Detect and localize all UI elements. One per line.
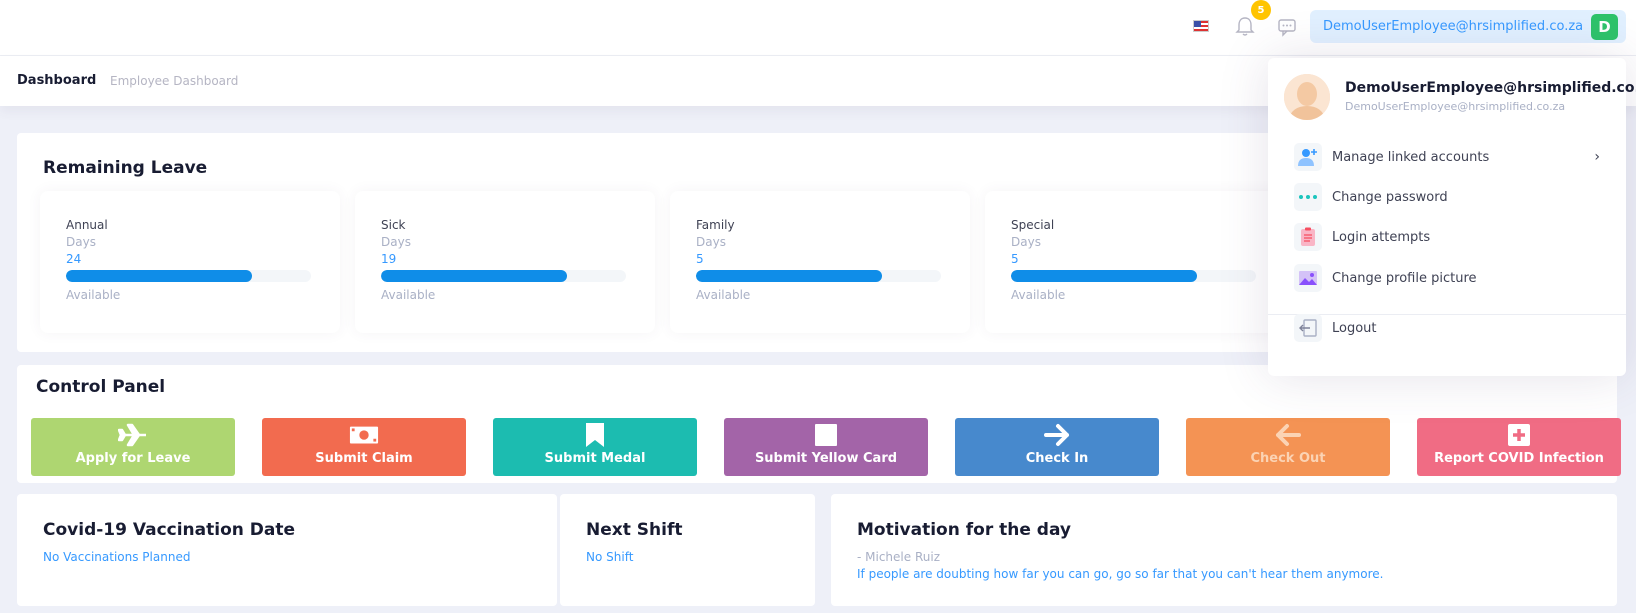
change-password-item[interactable]: Change password — [1294, 181, 1604, 213]
submit-medal-button[interactable]: Submit Medal — [493, 418, 697, 476]
leave-unit: Days — [381, 235, 411, 249]
chevron-right-icon: › — [1594, 149, 1600, 165]
leave-item-family: Family Days 5 Available — [670, 191, 970, 333]
breadcrumb[interactable]: Employee Dashboard — [110, 74, 238, 88]
change-profile-picture-item[interactable]: Change profile picture — [1294, 262, 1604, 294]
top-header: 5 DemoUserEmployee@hrsimplified.co.za D — [0, 0, 1636, 56]
button-label: Apply for Leave — [75, 451, 191, 466]
user-initial-avatar: D — [1591, 14, 1618, 40]
profile-email: DemoUserEmployee@hrsimplified.co.za — [1345, 100, 1566, 113]
leave-progress-bar — [381, 270, 626, 282]
chat-icon[interactable] — [1277, 17, 1297, 37]
motivation-title: Motivation for the day — [857, 520, 1072, 540]
quote-text: If people are doubting how far you can g… — [857, 567, 1384, 581]
notification-badge: 5 — [1251, 0, 1271, 20]
leave-available-label: Available — [66, 288, 121, 302]
logout-item[interactable]: Logout — [1294, 314, 1604, 342]
menu-item-label: Manage linked accounts — [1332, 149, 1490, 165]
leave-progress-fill — [696, 270, 883, 282]
menu-item-label: Change profile picture — [1332, 270, 1477, 286]
button-label: Submit Yellow Card — [754, 451, 898, 466]
manage-linked-accounts-item[interactable]: Manage linked accounts › — [1294, 141, 1604, 173]
leave-days-value: 24 — [66, 252, 82, 266]
leave-progress-bar — [1011, 270, 1256, 282]
profile-avatar — [1284, 74, 1330, 120]
report-covid-infection-button[interactable]: Report COVID Infection — [1417, 418, 1621, 476]
leave-item-sick: Sick Days 19 Available — [355, 191, 655, 333]
next-shift-title: Next Shift — [586, 520, 683, 540]
button-label: Submit Medal — [544, 451, 646, 466]
leave-available-label: Available — [696, 288, 751, 302]
profile-name: DemoUserEmployee@hrsimplified.co.za — [1345, 80, 1636, 96]
image-icon — [1294, 264, 1322, 292]
next-shift-card: Next Shift No Shift — [560, 494, 815, 606]
leave-days-value: 5 — [1011, 252, 1019, 266]
leave-progress-fill — [1011, 270, 1198, 282]
menu-item-label: Change password — [1332, 189, 1448, 205]
button-label: Check In — [1025, 451, 1089, 466]
leave-days-value: 5 — [696, 252, 704, 266]
leave-unit: Days — [1011, 235, 1041, 249]
vaccination-title: Covid-19 Vaccination Date — [43, 520, 296, 540]
control-panel-title: Control Panel — [36, 377, 166, 397]
leave-type: Sick — [381, 218, 406, 232]
submit-claim-button[interactable]: Submit Claim — [262, 418, 466, 476]
bell-icon[interactable] — [1235, 16, 1255, 38]
leave-unit: Days — [66, 235, 96, 249]
user-email: DemoUserEmployee@hrsimplified.co.za — [1323, 19, 1584, 34]
button-label: Report COVID Infection — [1434, 451, 1604, 466]
vaccination-value: No Vaccinations Planned — [43, 550, 191, 564]
check-out-button[interactable]: Check Out — [1186, 418, 1390, 476]
leave-type: Family — [696, 218, 735, 232]
leave-unit: Days — [696, 235, 726, 249]
menu-item-label: Login attempts — [1332, 229, 1431, 245]
leave-progress-fill — [381, 270, 568, 282]
leave-days-value: 19 — [381, 252, 397, 266]
leave-progress-fill — [66, 270, 253, 282]
button-label: Submit Claim — [315, 451, 413, 466]
card-icon — [811, 422, 841, 448]
plus-icon — [1504, 422, 1534, 448]
remaining-leave-title: Remaining Leave — [43, 158, 208, 178]
leave-item-special: Special Days 5 Available — [985, 191, 1285, 333]
submit-yellow-card-button[interactable]: Submit Yellow Card — [724, 418, 928, 476]
bookmark-icon — [580, 422, 610, 448]
money-icon — [349, 422, 379, 448]
clipboard-icon — [1294, 223, 1322, 251]
check-in-button[interactable]: Check In — [955, 418, 1159, 476]
quote-author: - Michele Ruiz — [857, 550, 940, 564]
us-flag-icon[interactable] — [1193, 20, 1209, 32]
leave-item-annual: Annual Days 24 Available — [40, 191, 340, 333]
logout-icon — [1294, 314, 1322, 342]
page-title: Dashboard — [17, 73, 97, 88]
leave-type: Annual — [66, 218, 108, 232]
arrow-left-icon — [1273, 422, 1303, 448]
leave-progress-bar — [66, 270, 311, 282]
arrow-right-icon — [1042, 422, 1072, 448]
apply-for-leave-button[interactable]: Apply for Leave — [31, 418, 235, 476]
vaccination-card: Covid-19 Vaccination Date No Vaccination… — [17, 494, 557, 606]
airplane-icon — [118, 422, 148, 448]
motivation-card: Motivation for the day - Michele Ruiz If… — [831, 494, 1617, 606]
leave-progress-bar — [696, 270, 941, 282]
leave-type: Special — [1011, 218, 1055, 232]
control-panel-card: Control Panel Apply for Leave Submit Cla… — [17, 365, 1621, 483]
dots-icon — [1294, 183, 1322, 211]
login-attempts-item[interactable]: Login attempts — [1294, 221, 1604, 253]
user-menu-toggle[interactable]: DemoUserEmployee@hrsimplified.co.za D — [1310, 10, 1626, 43]
user-dropdown-menu: DemoUserEmployee@hrsimplified.co.za Demo… — [1268, 58, 1636, 376]
leave-available-label: Available — [381, 288, 436, 302]
next-shift-value: No Shift — [586, 550, 634, 564]
logout-label: Logout — [1332, 320, 1377, 336]
leave-available-label: Available — [1011, 288, 1066, 302]
button-label: Check Out — [1250, 451, 1326, 466]
add-user-icon — [1294, 143, 1322, 171]
